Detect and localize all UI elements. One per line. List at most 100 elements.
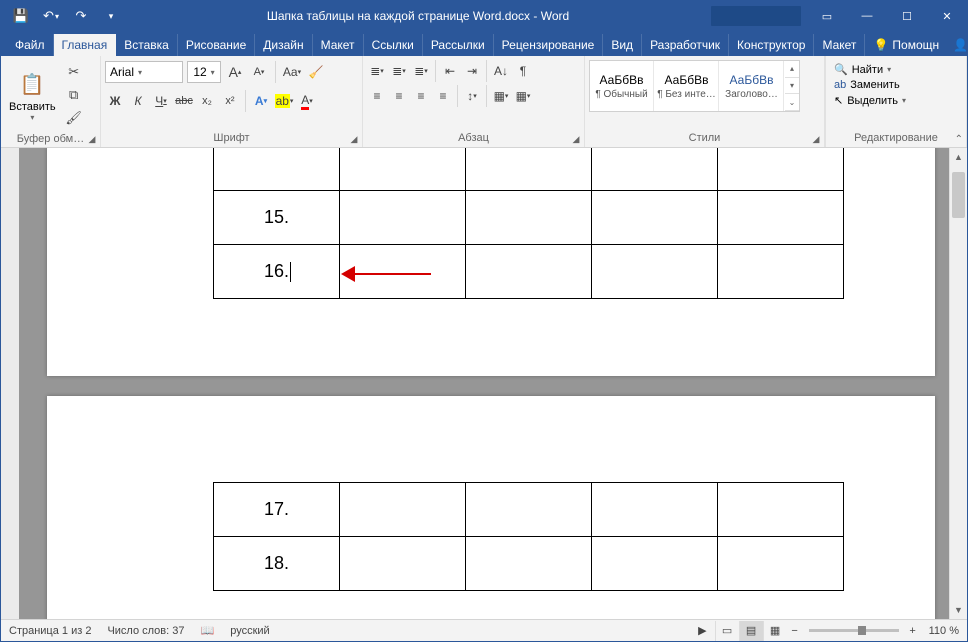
styles-gallery-nav[interactable]: ▴ ▾ ⌄ bbox=[785, 61, 799, 111]
user-account-button[interactable] bbox=[711, 6, 801, 26]
maximize-button[interactable]: ☐ bbox=[887, 1, 927, 31]
tab-home[interactable]: Главная bbox=[54, 34, 117, 56]
font-size-combo[interactable]: 12▾ bbox=[187, 61, 221, 83]
tab-file[interactable]: Файл bbox=[7, 34, 54, 56]
tab-draw[interactable]: Рисование bbox=[178, 34, 255, 56]
scroll-track[interactable] bbox=[950, 166, 967, 601]
tab-layout[interactable]: Макет bbox=[313, 34, 364, 56]
table-row[interactable] bbox=[214, 148, 844, 191]
table-row[interactable]: 17. bbox=[214, 483, 844, 537]
vertical-scrollbar[interactable]: ▲ ▼ bbox=[949, 148, 967, 619]
table-row[interactable]: 18. bbox=[214, 537, 844, 591]
bold-button[interactable]: Ж bbox=[105, 91, 125, 111]
document-area[interactable]: 15. 16. 17. 18. bbox=[19, 148, 949, 619]
qat-customize-button[interactable]: ▾ bbox=[97, 2, 125, 30]
underline-button[interactable]: Ч▾ bbox=[151, 91, 171, 111]
subscript-button[interactable]: x₂ bbox=[197, 91, 217, 111]
find-button[interactable]: 🔍Найти▾ bbox=[834, 63, 906, 76]
grow-font-button[interactable]: A▴ bbox=[225, 62, 245, 82]
tab-mailings[interactable]: Рассылки bbox=[423, 34, 494, 56]
tab-view[interactable]: Вид bbox=[603, 34, 642, 56]
strikethrough-button[interactable]: abc bbox=[174, 91, 194, 111]
shading-button[interactable]: ▦▾ bbox=[491, 86, 511, 106]
shrink-font-button[interactable]: A▾ bbox=[249, 62, 269, 82]
vertical-ruler[interactable] bbox=[1, 148, 19, 619]
styles-more-icon[interactable]: ⌄ bbox=[785, 94, 799, 111]
status-proofing[interactable]: 📖 bbox=[193, 624, 223, 637]
ribbon-options-button[interactable]: ▭ bbox=[807, 1, 847, 31]
view-read-button[interactable]: ▭ bbox=[715, 621, 739, 641]
font-color-button[interactable]: A▾ bbox=[297, 91, 317, 111]
highlight-button[interactable]: ab▾ bbox=[274, 91, 294, 111]
page-1[interactable]: 15. 16. bbox=[47, 148, 935, 376]
zoom-level[interactable]: 110 % bbox=[921, 625, 967, 637]
minimize-button[interactable]: — bbox=[847, 1, 887, 31]
undo-button[interactable]: ↶▾ bbox=[37, 2, 65, 30]
borders-button[interactable]: ▦▾ bbox=[513, 86, 533, 106]
paste-button[interactable]: 📋 Вставить ▾ bbox=[5, 60, 60, 132]
bullets-button[interactable]: ≣▾ bbox=[367, 61, 387, 81]
style-normal[interactable]: АаБбВв ¶ Обычный bbox=[590, 61, 654, 111]
zoom-in-button[interactable]: + bbox=[905, 625, 921, 637]
cut-button[interactable]: ✂ bbox=[64, 62, 84, 82]
tell-me-search[interactable]: 💡Помощн bbox=[865, 34, 947, 56]
save-button[interactable]: 💾 bbox=[7, 2, 35, 30]
scroll-thumb[interactable] bbox=[952, 172, 965, 218]
copy-button[interactable]: ⧉ bbox=[64, 85, 84, 105]
status-page[interactable]: Страница 1 из 2 bbox=[1, 625, 99, 637]
align-right-button[interactable]: ≡ bbox=[411, 86, 431, 106]
increase-indent-button[interactable]: ⇥ bbox=[462, 61, 482, 81]
view-print-button[interactable]: ▤ bbox=[739, 621, 763, 641]
replace-button[interactable]: abЗаменить bbox=[834, 79, 906, 91]
tab-insert[interactable]: Вставка bbox=[116, 34, 178, 56]
status-language[interactable]: русский bbox=[222, 625, 277, 637]
zoom-out-button[interactable]: − bbox=[787, 625, 803, 637]
tab-design[interactable]: Дизайн bbox=[255, 34, 312, 56]
clear-formatting-button[interactable]: 🧹 bbox=[306, 62, 326, 82]
sort-button[interactable]: A↓ bbox=[491, 61, 511, 81]
justify-button[interactable]: ≡ bbox=[433, 86, 453, 106]
italic-button[interactable]: К bbox=[128, 91, 148, 111]
text-effects-button[interactable]: A▾ bbox=[251, 91, 271, 111]
tab-references[interactable]: Ссылки bbox=[364, 34, 423, 56]
multilevel-button[interactable]: ≣▾ bbox=[411, 61, 431, 81]
style-no-spacing[interactable]: АаБбВв ¶ Без инте… bbox=[655, 61, 719, 111]
scroll-down-button[interactable]: ▼ bbox=[950, 601, 967, 619]
change-case-button[interactable]: Aa▾ bbox=[282, 62, 302, 82]
document-table-2[interactable]: 17. 18. bbox=[213, 482, 844, 591]
status-word-count[interactable]: Число слов: 37 bbox=[99, 625, 192, 637]
styles-down-icon[interactable]: ▾ bbox=[785, 78, 799, 95]
show-marks-button[interactable]: ¶ bbox=[513, 61, 533, 81]
styles-gallery[interactable]: АаБбВв ¶ Обычный АаБбВв ¶ Без инте… АаБб… bbox=[589, 60, 800, 112]
zoom-slider[interactable] bbox=[809, 629, 899, 632]
clipboard-launcher[interactable]: ◢ bbox=[86, 133, 98, 145]
format-painter-button[interactable]: 🖌 bbox=[64, 108, 84, 128]
tab-review[interactable]: Рецензирование bbox=[494, 34, 604, 56]
font-launcher[interactable]: ◢ bbox=[348, 133, 360, 145]
tab-table-layout[interactable]: Макет bbox=[814, 34, 865, 56]
paragraph-launcher[interactable]: ◢ bbox=[570, 133, 582, 145]
tab-developer[interactable]: Разработчик bbox=[642, 34, 729, 56]
table-row[interactable]: 16. bbox=[214, 245, 844, 299]
document-table-1[interactable]: 15. 16. bbox=[213, 148, 844, 299]
collapse-ribbon-button[interactable]: ⌃ bbox=[955, 134, 963, 145]
view-web-button[interactable]: ▦ bbox=[763, 621, 787, 641]
tab-table-design[interactable]: Конструктор bbox=[729, 34, 814, 56]
font-name-combo[interactable]: Arial▾ bbox=[105, 61, 183, 83]
scroll-up-button[interactable]: ▲ bbox=[950, 148, 967, 166]
redo-button[interactable]: ↷ bbox=[67, 2, 95, 30]
zoom-slider-knob[interactable] bbox=[858, 626, 866, 635]
page-2[interactable]: 17. 18. bbox=[47, 396, 935, 619]
status-macro[interactable]: ▶ bbox=[690, 624, 714, 637]
share-button[interactable]: 👤 bbox=[953, 38, 968, 52]
styles-launcher[interactable]: ◢ bbox=[810, 133, 822, 145]
superscript-button[interactable]: x² bbox=[220, 91, 240, 111]
numbering-button[interactable]: ≣▾ bbox=[389, 61, 409, 81]
close-button[interactable]: ✕ bbox=[927, 1, 967, 31]
line-spacing-button[interactable]: ↕▾ bbox=[462, 86, 482, 106]
select-button[interactable]: ↖Выделить▾ bbox=[834, 94, 906, 107]
table-row[interactable]: 15. bbox=[214, 191, 844, 245]
decrease-indent-button[interactable]: ⇤ bbox=[440, 61, 460, 81]
styles-up-icon[interactable]: ▴ bbox=[785, 61, 799, 78]
align-left-button[interactable]: ≡ bbox=[367, 86, 387, 106]
